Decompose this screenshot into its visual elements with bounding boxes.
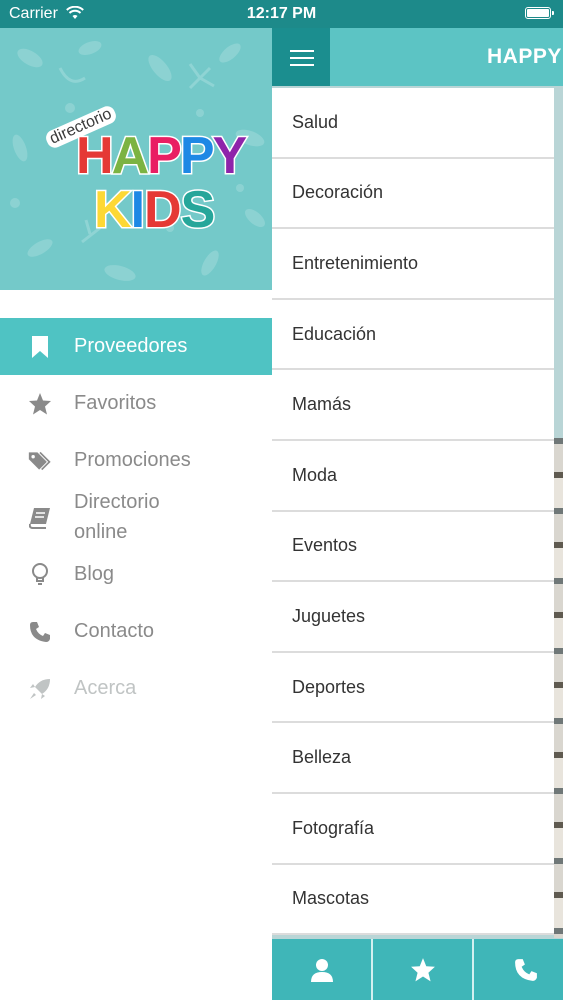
category-item[interactable]: Moda [272,440,554,512]
phone-icon [515,958,537,981]
category-item[interactable]: Eventos [272,511,554,583]
star-icon [410,957,435,981]
clock: 12:17 PM [246,5,317,22]
category-item[interactable]: Deportes [272,652,554,724]
category-item[interactable]: Educación [272,299,554,371]
menu-item-promociones[interactable]: Promociones [0,432,272,489]
status-bar: Carrier 12:17 PM [0,0,563,28]
background-photo [554,438,563,938]
drawer-header: directorio HAPPY KIDS [0,28,272,290]
happy-kids-logo: directorio HAPPY KIDS [38,98,249,258]
category-item[interactable]: Fotografía [272,793,554,865]
hamburger-menu-button[interactable] [272,28,330,86]
category-item[interactable]: Juguetes [272,582,554,653]
tab-contact[interactable] [474,939,563,1000]
logo-letter: H [75,126,116,187]
menu-item-directorio-online[interactable]: Directorio online [0,489,272,546]
menu-item-favoritos[interactable]: Favoritos [0,375,272,432]
logo-letter: D [143,180,184,241]
phone-icon [28,620,52,644]
menu-item-label: Directorio online [74,491,160,543]
book-icon [28,506,52,530]
logo-word-happy: HAPPY [75,126,249,187]
menu-item-label: Contacto [74,620,155,642]
menu-item-label: Acerca [74,677,137,699]
top-navigation-bar: HAPPY [272,28,563,86]
logo-letter: K [93,180,134,241]
category-item[interactable]: Salud [272,88,554,159]
tags-icon [28,449,52,473]
logo-letter: P [146,126,184,187]
menu-item-label: Promociones [74,449,191,471]
app-title: HAPPY [487,45,562,68]
hamburger-line [290,57,314,59]
category-item[interactable]: Decoración [272,158,554,230]
tab-favorites[interactable] [373,939,474,1000]
category-item[interactable]: Entretenimiento [272,229,554,300]
menu-item-blog[interactable]: Blog [0,546,272,603]
logo-letter: A [110,126,151,187]
main-panel: HAPPY Salud Decoración Entretenimiento E… [272,28,563,1000]
logo-word-kids: KIDS [93,180,217,241]
bottom-tab-bar [272,939,563,1000]
logo-letter: S [179,180,217,241]
category-list: Salud Decoración Entretenimiento Educaci… [272,88,554,936]
menu-item-proveedores[interactable]: Proveedores [0,318,272,375]
rocket-icon [28,677,52,701]
bookmark-icon [28,335,52,359]
hamburger-line [290,64,314,66]
hamburger-line [290,50,314,52]
category-item[interactable]: Belleza [272,723,554,794]
side-drawer: directorio HAPPY KIDS Proveedores Favori… [0,28,272,1000]
battery-icon [525,7,554,19]
user-icon [310,958,333,982]
logo-letter: P [178,126,216,187]
logo-letter: I [129,180,147,241]
star-icon [28,392,52,416]
drawer-menu: Proveedores Favoritos Promociones Direct… [0,318,272,717]
menu-item-label: Favoritos [74,392,157,414]
menu-item-label: Proveedores [74,335,188,357]
lightbulb-icon [28,562,52,587]
category-item[interactable]: Mamás [272,370,554,441]
logo-letter: Y [211,126,249,187]
menu-item-contacto[interactable]: Contacto [0,603,272,660]
category-item[interactable]: Mascotas [272,864,554,936]
tab-user[interactable] [272,939,373,1000]
menu-item-acerca[interactable]: Acerca [0,660,272,717]
menu-item-label: Blog [74,563,115,585]
